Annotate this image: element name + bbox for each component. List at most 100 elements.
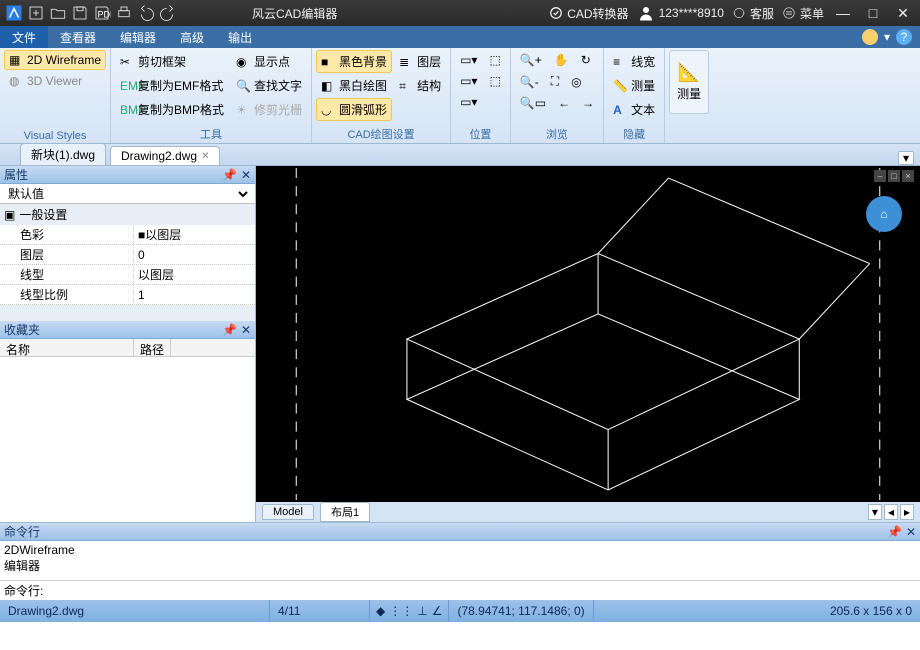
style-icon[interactable] [862, 29, 878, 45]
arc-icon: ◡ [321, 103, 335, 117]
drawing-viewport[interactable] [256, 166, 920, 502]
emf-icon: EMF [120, 79, 134, 93]
properties-category[interactable]: ▣一般设置 [0, 204, 255, 225]
pos-btn-2[interactable]: ▭▾ [455, 71, 482, 91]
min-viewport-icon[interactable]: – [874, 170, 886, 182]
prev-view-button[interactable]: ← [553, 93, 575, 113]
smooth-arc-button[interactable]: ◡圆滑弧形 [316, 98, 392, 121]
ribbon: ▦2D Wireframe ◍3D Viewer Visual Styles ✂… [0, 48, 920, 144]
menu-editor[interactable]: 编辑器 [108, 26, 168, 48]
help-icon[interactable]: ? [896, 29, 912, 45]
viewer-3d-button[interactable]: ◍3D Viewer [4, 71, 106, 91]
pos-btn-4[interactable]: ⬚ [484, 50, 505, 70]
open-icon[interactable] [48, 3, 68, 23]
fav-col-name[interactable]: 名称 [0, 339, 134, 356]
show-point-button[interactable]: ◉显示点 [231, 50, 307, 73]
converter-button[interactable]: CAD转换器 [549, 5, 628, 22]
text-button[interactable]: A文本 [608, 98, 660, 121]
zoom-window-button[interactable]: 🔍▭ [515, 93, 551, 113]
pin-icon[interactable]: 📌 [222, 323, 237, 337]
prop-row-layer[interactable]: 图层0 [0, 245, 255, 265]
linewidth-button[interactable]: ≡线宽 [608, 50, 660, 73]
new-icon[interactable] [26, 3, 46, 23]
tab-model[interactable]: Model [262, 504, 314, 520]
grid-icon[interactable]: ⋮⋮ [389, 604, 413, 618]
view-cube[interactable]: ⌂ [866, 196, 902, 232]
pos-btn-1[interactable]: ▭▾ [455, 50, 482, 70]
next-view-button[interactable]: → [577, 93, 599, 113]
close-icon[interactable]: ✕ [241, 168, 251, 182]
close-icon[interactable]: ✕ [906, 525, 916, 539]
scroll-left-icon[interactable]: ◂ [884, 504, 898, 520]
close-icon[interactable]: ✕ [241, 323, 251, 337]
menu-advanced[interactable]: 高级 [168, 26, 216, 48]
doctabs-chevron[interactable]: ▾ [898, 151, 914, 165]
menu-button[interactable]: 菜单 [782, 5, 824, 22]
pos-btn-5[interactable]: ⬚ [484, 71, 505, 91]
close-viewport-icon[interactable]: × [902, 170, 914, 182]
ribbon-measure-big: 📐 测量 [665, 48, 713, 143]
fit-button[interactable]: ⛶ [546, 71, 564, 92]
menu-bar: 文件 查看器 编辑器 高级 输出 ▾ ? [0, 26, 920, 48]
ribbon-visual-styles: ▦2D Wireframe ◍3D Viewer Visual Styles [0, 48, 111, 143]
close-button[interactable]: ✕ [892, 3, 914, 23]
polar-icon[interactable]: ∠ [432, 604, 443, 618]
collapse-icon[interactable]: ▣ [4, 208, 15, 222]
close-icon[interactable]: ✕ [201, 151, 209, 162]
ribbon-position: ▭▾ ▭▾ ▭▾ ⬚ ⬚ 位置 [451, 48, 511, 143]
print-icon[interactable] [114, 3, 134, 23]
minimize-button[interactable]: — [832, 3, 854, 23]
copy-bmp-button[interactable]: BMP复制为BMP格式 [115, 98, 229, 121]
wireframe-2d-button[interactable]: ▦2D Wireframe [4, 50, 106, 70]
orbit-button[interactable]: ◎ [566, 71, 586, 92]
pin-icon[interactable]: 📌 [887, 525, 902, 539]
support-button[interactable]: 客服 [732, 5, 774, 22]
maximize-button[interactable]: □ [862, 3, 884, 23]
doc-tab-2[interactable]: Drawing2.dwg✕ [110, 146, 220, 165]
fav-col-path[interactable]: 路径 [134, 339, 171, 356]
find-text-button[interactable]: 🔍查找文字 [231, 74, 307, 97]
app-icon[interactable] [4, 3, 24, 23]
title-bar: PDF 风云CAD编辑器 CAD转换器 123****8910 客服 菜单 — … [0, 0, 920, 26]
save-icon[interactable] [70, 3, 90, 23]
default-select[interactable]: 默认值 [4, 186, 251, 202]
rotate-button[interactable]: ↻ [576, 50, 596, 70]
menu-file[interactable]: 文件 [0, 26, 48, 48]
zoom-in-button[interactable]: 🔍+ [515, 50, 547, 70]
snap-icon[interactable]: ◆ [376, 604, 385, 618]
pan-button[interactable]: ✋ [549, 50, 574, 70]
layers-button[interactable]: ≣图层 [394, 50, 446, 73]
bw-drawing-button[interactable]: ◧黑白绘图 [316, 74, 392, 97]
prop-row-linescale[interactable]: 线型比例1 [0, 285, 255, 305]
chevron-down-icon[interactable]: ▾ [884, 30, 890, 44]
chevron-down-icon[interactable]: ▾ [868, 504, 882, 520]
scroll-right-icon[interactable]: ▸ [900, 504, 914, 520]
layers-icon: ≣ [399, 55, 413, 69]
ortho-icon[interactable]: ⊥ [417, 604, 427, 618]
structure-button[interactable]: ⌗结构 [394, 74, 446, 97]
save-pdf-icon[interactable]: PDF [92, 3, 112, 23]
copy-emf-button[interactable]: EMF复制为EMF格式 [115, 74, 229, 97]
tab-layout1[interactable]: 布局1 [320, 502, 370, 522]
undo-icon[interactable] [136, 3, 156, 23]
prop-row-color[interactable]: 色彩■ 以图层 [0, 225, 255, 245]
measure-button[interactable]: 📏测量 [608, 74, 660, 97]
redo-icon[interactable] [158, 3, 178, 23]
measure-big-button[interactable]: 📐 测量 [669, 50, 709, 114]
black-bg-button[interactable]: ■黑色背景 [316, 50, 392, 73]
doc-tab-1[interactable]: 新块(1).dwg [20, 143, 106, 165]
menu-viewer[interactable]: 查看器 [48, 26, 108, 48]
command-input[interactable] [43, 585, 916, 597]
trim-ray-button[interactable]: ☀修剪光栅 [231, 98, 307, 121]
max-viewport-icon[interactable]: □ [888, 170, 900, 182]
prop-row-linetype[interactable]: 线型以图层 [0, 265, 255, 285]
zoom-out-button[interactable]: 🔍- [515, 71, 544, 92]
menu-export[interactable]: 输出 [216, 26, 264, 48]
pos-btn-3[interactable]: ▭▾ [455, 92, 482, 112]
user-account[interactable]: 123****8910 [637, 4, 724, 22]
pin-icon[interactable]: 📌 [222, 168, 237, 182]
ribbon-cad-settings: ■黑色背景 ◧黑白绘图 ◡圆滑弧形 ≣图层 ⌗结构 CAD绘图设置 [312, 48, 451, 143]
properties-selector[interactable]: 默认值 [0, 184, 255, 204]
crop-frame-button[interactable]: ✂剪切框架 [115, 50, 229, 73]
status-dims: 205.6 x 156 x 0 [822, 600, 920, 622]
